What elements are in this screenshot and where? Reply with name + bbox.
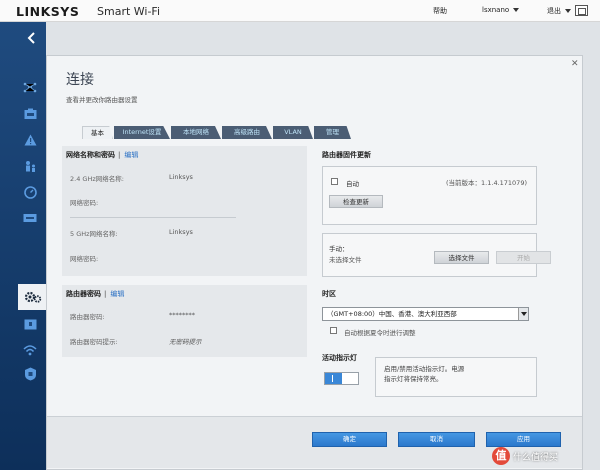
ghz5-value: Linksys	[169, 228, 193, 236]
alert-icon[interactable]	[22, 132, 38, 148]
check-update-button[interactable]: 检查更新	[329, 195, 383, 208]
speed-test-icon[interactable]	[22, 184, 38, 200]
gears-icon	[24, 291, 42, 303]
connectivity-tab[interactable]	[18, 284, 48, 310]
wireless-icon[interactable]	[22, 342, 38, 358]
help-link[interactable]: 帮助	[433, 6, 447, 16]
no-file-label: 未选择文件	[329, 256, 362, 264]
tab-bar: 基本 Internet设置 本地网络 高级路由 VLAN 管理	[82, 126, 382, 139]
firmware-heading: 路由器固件更新	[322, 151, 371, 159]
network-section: 网络名称和密码 | 编辑 2.4 GHz网络名称: Linksys 网络密码: 5 …	[62, 146, 307, 276]
window-restore-icon[interactable]	[575, 5, 588, 16]
router-password-label: 路由器密码:	[70, 313, 105, 321]
password-hint-label: 路由器密码提示:	[70, 338, 118, 346]
tab-advanced-routing[interactable]: 高级路由	[222, 126, 272, 139]
apply-button[interactable]: 应用	[486, 432, 561, 447]
router-settings-icon[interactable]	[22, 366, 38, 382]
devices-icon[interactable]	[22, 106, 38, 122]
ok-button[interactable]: 确定	[312, 432, 387, 447]
router-password-value: ********	[169, 311, 195, 319]
page-subtitle: 查看并更改你路由器设置	[66, 96, 138, 104]
chevron-down-icon	[565, 9, 571, 13]
help-label: 帮助	[433, 7, 447, 15]
tab-internet-settings[interactable]: Internet设置	[114, 126, 170, 139]
start-update-button[interactable]: 开始	[496, 251, 551, 264]
password-hint-value: 无密码提示	[169, 338, 202, 346]
security-icon[interactable]	[22, 316, 38, 332]
tab-administration[interactable]: 管理	[314, 126, 351, 139]
watermark-text: 什么值得买	[513, 452, 559, 463]
ghz24-label: 2.4 GHz网络名称:	[70, 175, 124, 183]
tab-basic[interactable]: 基本	[82, 126, 113, 139]
watermark-badge: 值	[492, 447, 510, 465]
external-storage-icon[interactable]	[22, 210, 38, 226]
timezone-select[interactable]: （GMT+08:00）中国、香港、澳大利亚西部	[322, 307, 529, 321]
ghz5-password-label: 网络密码:	[70, 255, 99, 263]
close-icon[interactable]: ✕	[571, 59, 579, 69]
router-password-edit-link[interactable]: 编辑	[110, 290, 124, 298]
network-map-icon[interactable]	[22, 79, 38, 95]
logout-label: 退出	[547, 7, 561, 15]
product-name: Smart Wi-Fi	[97, 5, 161, 18]
ghz24-value: Linksys	[169, 173, 193, 181]
current-version: (当前版本：1.1.4.171079)	[446, 179, 527, 187]
activity-light-description-box: 启用/禁用活动指示灯。电源指示灯将保持常亮。	[375, 357, 537, 397]
cancel-button[interactable]: 取消	[398, 432, 475, 447]
chevron-down-icon	[518, 308, 528, 320]
toggle-on-indicator	[325, 373, 342, 384]
back-icon[interactable]	[26, 31, 38, 45]
ghz24-password-label: 网络密码:	[70, 199, 99, 207]
firmware-manual-box: 手动： 未选择文件 选择文件 开始	[322, 233, 551, 277]
activity-light-heading: 活动指示灯	[322, 354, 357, 362]
sidebar	[0, 22, 48, 470]
auto-update-checkbox[interactable]	[331, 178, 338, 185]
router-password-section: 路由器密码 | 编辑 路由器密码: ******** 路由器密码提示: 无密码提示	[62, 285, 307, 357]
timezone-selected-value: （GMT+08:00）中国、香港、澳大利亚西部	[327, 310, 457, 318]
dst-label: 自动根据夏令时进行调整	[344, 329, 416, 337]
activity-light-toggle[interactable]	[324, 372, 359, 385]
timezone-heading: 时区	[322, 290, 336, 298]
router-password-heading-text: 路由器密码	[66, 290, 101, 298]
page-title: 连接	[66, 72, 94, 88]
divider	[70, 217, 236, 218]
auto-update-label: 自动	[346, 180, 359, 188]
choose-file-button[interactable]: 选择文件	[434, 251, 489, 264]
network-heading-text: 网络名称和密码	[66, 151, 115, 159]
parental-controls-icon[interactable]	[22, 158, 38, 174]
top-bar: LINKSYS Smart Wi-Fi 帮助 lsxnano 退出	[0, 0, 600, 22]
tab-local-network[interactable]: 本地网络	[171, 126, 221, 139]
network-edit-link[interactable]: 编辑	[124, 151, 138, 159]
manual-label: 手动：	[329, 245, 349, 253]
user-menu[interactable]: lsxnano	[482, 6, 520, 14]
watermark: 值 什么值得买	[492, 447, 558, 465]
logout-menu[interactable]: 退出	[547, 6, 571, 16]
ghz5-label: 5 GHz网络名称:	[70, 230, 118, 238]
firmware-auto-box: 自动 (当前版本：1.1.4.171079) 检查更新	[322, 166, 537, 225]
chevron-down-icon	[513, 8, 520, 12]
activity-light-description: 启用/禁用活动指示灯。电源指示灯将保持常亮。	[384, 365, 465, 383]
user-name: lsxnano	[482, 6, 510, 14]
brand-logo: LINKSYS	[16, 4, 80, 19]
dst-checkbox[interactable]	[330, 327, 337, 334]
router-password-heading: 路由器密码 | 编辑	[66, 290, 125, 298]
network-heading: 网络名称和密码 | 编辑	[66, 151, 139, 159]
tab-vlan[interactable]: VLAN	[273, 126, 313, 139]
